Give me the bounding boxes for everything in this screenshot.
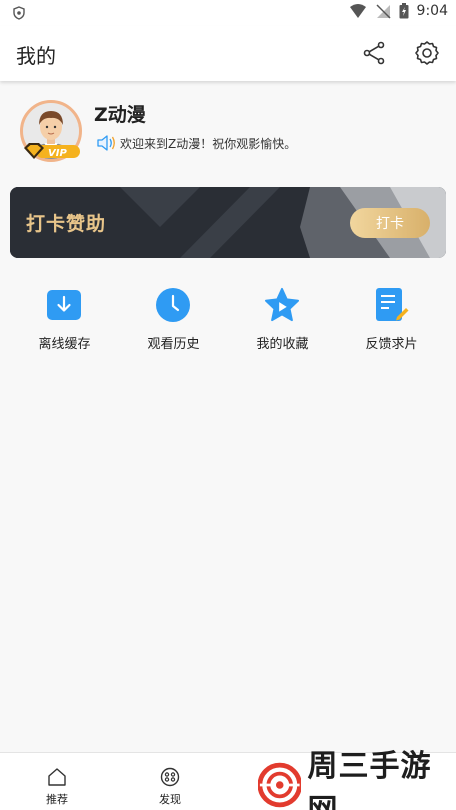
watermark-text: 周三手游网 — [307, 749, 432, 810]
avatar[interactable]: VIP — [20, 100, 82, 162]
tab-label: 发现 — [159, 793, 181, 806]
vip-label: VIP — [48, 148, 67, 159]
battery-icon — [399, 3, 409, 19]
star-icon — [264, 287, 300, 322]
tab-discover[interactable]: 发现 — [140, 767, 200, 807]
tab-label: 推荐 — [46, 793, 68, 806]
welcome-message: 欢迎来到Z动漫！祝你观影愉快。 — [96, 134, 296, 152]
page-title: 我的 — [16, 44, 56, 68]
clock-icon — [156, 288, 190, 322]
vip-badge: VIP — [24, 143, 80, 159]
speaker-icon — [97, 135, 115, 151]
status-time: 9:04 — [416, 3, 448, 19]
no-signal-icon — [376, 4, 391, 19]
download-icon — [47, 290, 81, 320]
home-icon — [48, 768, 66, 786]
sponsor-banner[interactable]: 打卡赞助 打卡 — [10, 187, 446, 258]
feature-watch-history[interactable]: 观看历史 — [119, 285, 228, 355]
app-bar: 我的 — [0, 26, 456, 81]
feature-label: 我的收藏 — [256, 337, 309, 352]
discover-icon — [160, 767, 180, 787]
feature-grid: 离线缓存 观看历史 我的收藏 反馈求片 — [0, 285, 456, 355]
feature-offline-cache[interactable]: 离线缓存 — [10, 285, 119, 355]
welcome-text: 欢迎来到Z动漫！祝你观影愉快。 — [120, 136, 297, 151]
feature-feedback[interactable]: 反馈求片 — [337, 285, 446, 355]
banner-title: 打卡赞助 — [26, 213, 107, 235]
settings-button[interactable] — [413, 39, 441, 67]
feedback-icon — [376, 288, 409, 321]
status-bar: 9:04 — [0, 0, 456, 26]
feature-favorites[interactable]: 我的收藏 — [228, 285, 337, 355]
watermark-logo-icon — [258, 762, 302, 808]
gear-icon — [415, 41, 439, 65]
feature-label: 反馈求片 — [365, 337, 418, 352]
tab-recommend[interactable]: 推荐 — [27, 767, 87, 807]
checkin-button[interactable]: 打卡 — [350, 208, 430, 238]
username: Z动漫 — [94, 104, 146, 126]
share-icon — [363, 41, 385, 65]
profile-header: VIP Z动漫 欢迎来到Z动漫！祝你观影愉快。 — [0, 82, 456, 182]
share-button[interactable] — [360, 39, 388, 67]
wifi-icon — [349, 4, 366, 18]
feature-label: 观看历史 — [147, 337, 200, 352]
feature-label: 离线缓存 — [38, 337, 91, 352]
watermark: 周三手游网 — [258, 749, 454, 810]
shield-icon — [13, 6, 25, 20]
profile-page: 9:04 我的 VIP Z动漫 欢迎来到Z动漫！祝你观影愉快。 打卡赞助 打卡 … — [0, 0, 456, 810]
